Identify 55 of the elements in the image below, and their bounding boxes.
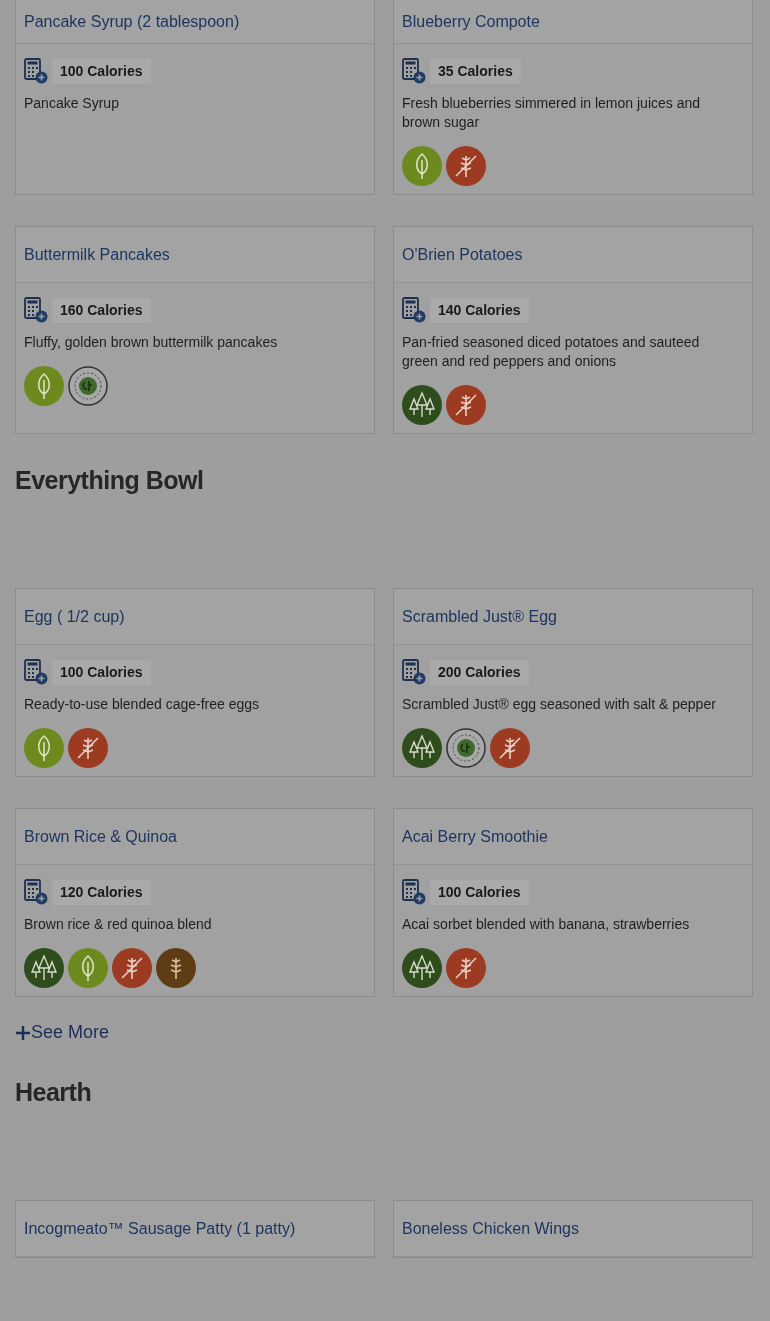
- calorie-count: 100 Calories: [52, 659, 151, 685]
- calorie-count: 35 Calories: [430, 58, 521, 84]
- item-title-link[interactable]: Blueberry Compote: [402, 9, 540, 34]
- item-description: Brown rice & red quinoa blend: [24, 915, 213, 934]
- item-title-link[interactable]: Boneless Chicken Wings: [402, 1216, 579, 1241]
- section-heading: Hearth: [15, 1077, 93, 1108]
- vegan-trees-icon: [402, 385, 442, 425]
- item-description: Ready-to-use blended cage-free eggs: [24, 695, 261, 714]
- calorie-count: 120 Calories: [52, 879, 151, 905]
- item-title-link[interactable]: Brown Rice & Quinoa: [24, 824, 177, 849]
- crossed-wheat-icon: [446, 385, 486, 425]
- calculator-plus-icon[interactable]: [402, 58, 426, 84]
- calculator-plus-icon[interactable]: [24, 58, 48, 84]
- crossed-wheat-icon: [68, 728, 108, 768]
- plus-icon: [15, 1024, 31, 1041]
- leaf-icon: [24, 728, 64, 768]
- calorie-count: 140 Calories: [430, 297, 529, 323]
- item-title-link[interactable]: Incogmeato™ Sausage Patty (1 patty): [24, 1216, 296, 1241]
- item-description: Scrambled Just® egg seasoned with salt & pepper: [402, 695, 717, 714]
- crossed-wheat-icon: [112, 948, 152, 988]
- calorie-count: 100 Calories: [430, 879, 529, 905]
- leaf-icon: [24, 366, 64, 406]
- calculator-plus-icon[interactable]: [402, 659, 426, 685]
- calorie-count: 160 Calories: [52, 297, 151, 323]
- low-carbon-seal-icon: [68, 366, 108, 406]
- calculator-plus-icon[interactable]: [402, 297, 426, 323]
- item-title-link[interactable]: Pancake Syrup (2 tablespoon): [24, 9, 240, 34]
- vegan-trees-icon: [402, 728, 442, 768]
- vegan-trees-icon: [402, 948, 442, 988]
- item-title-link[interactable]: O'Brien Potatoes: [402, 242, 523, 267]
- calculator-plus-icon[interactable]: [402, 879, 426, 905]
- crossed-wheat-icon: [446, 146, 486, 186]
- calculator-plus-icon[interactable]: [24, 879, 48, 905]
- crossed-wheat-icon: [446, 948, 486, 988]
- leaf-icon: [68, 948, 108, 988]
- wheat-icon: [156, 948, 196, 988]
- item-title-link[interactable]: Scrambled Just® Egg: [402, 604, 557, 629]
- calorie-count: 100 Calories: [52, 58, 151, 84]
- item-title-link[interactable]: Buttermilk Pancakes: [24, 242, 170, 267]
- item-description: Fresh blueberries simmered in lemon juices and brown sugar: [402, 94, 702, 132]
- vegan-trees-icon: [24, 948, 64, 988]
- item-title-link[interactable]: Egg ( 1/2 cup): [24, 604, 125, 629]
- calorie-count: 200 Calories: [430, 659, 529, 685]
- section-heading: Everything Bowl: [15, 465, 205, 496]
- item-description: Pancake Syrup: [24, 94, 120, 113]
- see-more-button[interactable]: See More: [15, 1019, 110, 1046]
- item-description: Acai sorbet blended with banana, strawberries: [402, 915, 691, 934]
- calculator-plus-icon[interactable]: [24, 659, 48, 685]
- item-description: Fluffy, golden brown buttermilk pancakes: [24, 333, 279, 352]
- item-title-link[interactable]: Acai Berry Smoothie: [402, 824, 548, 849]
- crossed-wheat-icon: [490, 728, 530, 768]
- low-carbon-seal-icon: [446, 728, 486, 768]
- calculator-plus-icon[interactable]: [24, 297, 48, 323]
- item-description: Pan-fried seasoned diced potatoes and sauteed green and red peppers and onions: [402, 333, 701, 371]
- leaf-icon: [402, 146, 442, 186]
